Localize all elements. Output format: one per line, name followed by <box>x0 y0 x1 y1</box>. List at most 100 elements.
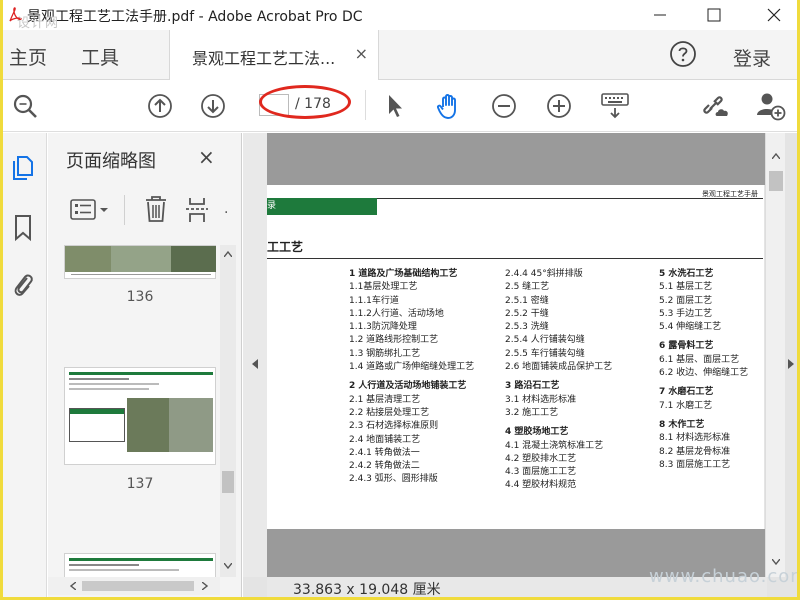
delete-page-icon[interactable] <box>144 194 168 224</box>
minimize-button[interactable] <box>637 0 683 30</box>
toc-entry: 2.5.1 密缝 <box>505 295 549 306</box>
toc-heading: 1 道路及广场基础结构工艺 <box>349 269 458 279</box>
thumbnails-panel: 页面缩略图 × . 136 137 <box>48 133 242 597</box>
maximize-button[interactable] <box>691 0 737 30</box>
add-user-button[interactable] <box>755 92 787 121</box>
tab-home[interactable]: 主页 <box>9 43 47 70</box>
toc-entry: 3.1 材料选形标准 <box>505 394 577 405</box>
toc-entry: 1.1.1车行道 <box>349 295 399 306</box>
thumbnail-options-icon[interactable] <box>70 197 110 223</box>
section-title: 工工艺 <box>267 240 304 254</box>
scroll-thumb[interactable] <box>769 171 783 191</box>
split-page-icon[interactable] <box>186 194 212 224</box>
minus-circle-icon <box>492 94 516 118</box>
toc-entry: 7.1 水磨工艺 <box>659 400 713 411</box>
thumbnail-page-137[interactable] <box>64 367 216 465</box>
thumbnail-page-next[interactable] <box>64 553 216 577</box>
zoom-out-button[interactable] <box>490 92 518 120</box>
toc-entry: 2.5.5 车行铺装勾缝 <box>505 348 585 359</box>
toc-entry: 5.3 手边工艺 <box>659 308 713 319</box>
window-title: 景观工程工艺工法手册.pdf - Adobe Acrobat Pro DC <box>27 9 363 25</box>
panel-tools: . <box>48 191 242 231</box>
toc-column-2: 2.4.4 45°斜拼排版 2.5 缝工艺 2.5.1 密缝 2.5.2 干缝 2.5.… <box>505 268 612 493</box>
tab-close-button[interactable]: × <box>355 44 368 63</box>
toc-entry: 2.4 地面铺装工艺 <box>349 434 421 445</box>
toc-entry: 2.2 粘接层处理工艺 <box>349 407 430 418</box>
toc-entry: 1.1.3防沉降处理 <box>349 322 417 333</box>
expand-panel-icon[interactable] <box>787 359 795 369</box>
thumbnail-photo <box>169 398 213 452</box>
left-gutter <box>243 133 267 577</box>
toc-entry: 4.4 塑胶材料规范 <box>505 480 577 491</box>
page-thumbnails-toggle[interactable] <box>9 153 37 183</box>
thumbnail-header-bar <box>69 558 213 561</box>
scroll-thumb[interactable] <box>222 471 234 493</box>
scroll-left-icon <box>70 582 76 590</box>
tab-tools[interactable]: 工具 <box>81 43 119 70</box>
cloud-link-button[interactable] <box>700 92 732 120</box>
attachments-toggle[interactable] <box>9 269 37 299</box>
login-button[interactable]: 登录 <box>733 44 771 71</box>
document-vertical-scrollbar[interactable] <box>765 133 785 577</box>
thumbnails-horizontal-scrollbar[interactable] <box>48 577 220 595</box>
toc-entry: 2.4.1 转角做法一 <box>349 447 420 458</box>
toolbar-divider <box>365 90 366 120</box>
select-tool-button[interactable] <box>381 92 409 120</box>
panel-more-icon[interactable]: . <box>224 201 228 217</box>
thumbnail-photo <box>111 246 171 272</box>
toc-entry: 2.6 地面铺装成品保护工艺 <box>505 362 613 373</box>
zoom-search-button[interactable] <box>11 92 39 120</box>
keyboard-down-icon <box>601 93 629 119</box>
bookmark-icon <box>15 215 31 242</box>
help-icon[interactable] <box>669 40 697 68</box>
previous-page-button[interactable] <box>146 92 174 120</box>
maximize-icon <box>707 8 721 22</box>
thumbnail-text-line <box>69 388 149 390</box>
toc-heading: 6 露骨料工艺 <box>659 341 714 352</box>
toc-entry: 2.4.3 弧形、圆形排版 <box>349 474 438 485</box>
scroll-up-icon <box>772 153 780 159</box>
add-user-icon <box>757 93 786 121</box>
previous-page-edge <box>267 133 767 185</box>
panel-close-button[interactable]: × <box>198 145 215 169</box>
right-gutter <box>785 133 797 577</box>
paperclip-icon <box>14 274 33 296</box>
tab-document-title: 景观工程工艺工法... <box>192 49 336 68</box>
thumbnails-vertical-scrollbar[interactable] <box>220 245 236 577</box>
bookmarks-toggle[interactable] <box>9 213 37 243</box>
keyboard-tool-button[interactable] <box>599 92 631 120</box>
toc-entry: 4.2 塑胶排水工艺 <box>505 453 577 464</box>
panel-tools-divider <box>124 195 125 225</box>
pages-icon <box>13 156 33 180</box>
hand-icon <box>436 94 456 119</box>
pdf-page: 景观工程工艺手册 录 工工艺 1 道路及广场基础结构工艺 1.1基层处理工艺 1.1… <box>267 185 764 529</box>
arrow-up-circle-icon <box>148 94 172 118</box>
collapse-panel-icon[interactable] <box>251 359 259 369</box>
toc-heading: 5 水洗石工艺 <box>659 269 714 279</box>
toc-entry: 2.5.2 干缝 <box>505 308 549 319</box>
tab-bar: 主页 工具 景观工程工艺工法... × 登录 <box>3 30 797 80</box>
close-window-button[interactable] <box>751 0 797 30</box>
scroll-thumb[interactable] <box>82 581 194 591</box>
toc-entry: 4.3 面层施工工艺 <box>505 467 577 478</box>
thumbnail-page-136[interactable] <box>64 245 216 279</box>
zoom-in-button[interactable] <box>545 92 573 120</box>
document-view[interactable]: 景观工程工艺手册 录 工工艺 1 道路及广场基础结构工艺 1.1基层处理工艺 1.1… <box>243 133 797 597</box>
toc-entry: 5.2 面层工艺 <box>659 295 713 306</box>
close-icon <box>767 8 781 22</box>
toc-column-3: 5 水洗石工艺 5.1 基层工艺 5.2 面层工艺 5.3 手边工艺 5.4 伸缩缝工艺… <box>659 268 748 472</box>
toc-heading: 2 人行道及活动场地铺装工艺 <box>349 381 467 392</box>
thumbnail-rule <box>71 274 211 275</box>
tab-document[interactable]: 景观工程工艺工法... × <box>169 30 379 80</box>
toc-entry: 2.1 基层清理工艺 <box>349 394 421 405</box>
watermark-logo: 设计网 <box>17 16 60 31</box>
scroll-right-icon <box>202 582 208 590</box>
toc-entry: 2.5.3 洗缝 <box>505 322 549 333</box>
next-page-button[interactable] <box>199 92 227 120</box>
toc-column-1: 1 道路及广场基础结构工艺 1.1基层处理工艺 1.1.1车行道 1.1.2人行道、活… <box>349 268 474 487</box>
toc-entry: 5.4 伸缩缝工艺 <box>659 322 722 333</box>
plus-circle-icon <box>547 94 571 118</box>
hand-tool-button[interactable] <box>435 92 463 120</box>
toolbar: / 178 <box>3 80 797 132</box>
toc-heading: 7 水磨石工艺 <box>659 387 714 398</box>
